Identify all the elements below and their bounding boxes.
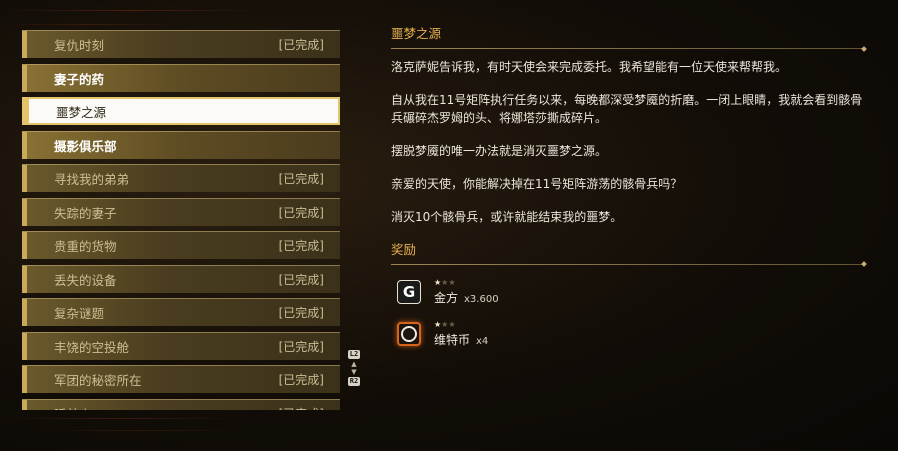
quest-item[interactable]: 复杂谜题 [已完成] <box>22 298 340 326</box>
reward-quantity: x4 <box>476 335 489 347</box>
quest-description: 洛克萨妮告诉我，有时天使会来完成委托。我希望能有一位天使来帮帮我。 自从我在11… <box>391 59 864 226</box>
quest-item[interactable]: 丢失的设备 [已完成] <box>22 264 340 293</box>
quest-item[interactable]: 睡美人[已完成] <box>22 398 340 411</box>
scroll-up-icon[interactable]: ▲ <box>351 361 356 368</box>
star-icon: ★ <box>448 277 456 287</box>
quest-item-title: 丰饶的空投舱 <box>54 339 130 355</box>
quest-item-title: 噩梦之源 <box>56 104 107 120</box>
quest-item[interactable]: 丰饶的空投舱 [已完成] <box>22 331 340 360</box>
rarity-stars: ★★★ <box>434 320 488 329</box>
reward-item[interactable]: ★★★ 维特币 x4 <box>391 319 864 349</box>
reward-quantity: x3.600 <box>464 293 499 305</box>
quest-detail-panel: 噩梦之源 洛克萨妮告诉我，有时天使会来完成委托。我希望能有一位天使来帮帮我。 自… <box>391 25 864 349</box>
quest-item-status: [已完成] <box>279 405 324 411</box>
quest-item-edge <box>22 366 27 393</box>
description-paragraph: 亲爱的天使，你能解决掉在11号矩阵游荡的骸骨兵吗？ <box>391 176 683 191</box>
divider <box>391 48 864 49</box>
reward-name: 金方 <box>434 290 459 305</box>
quest-title: 噩梦之源 <box>391 26 442 41</box>
quest-item-edge <box>22 64 27 92</box>
rewards-list: G ★★★ 金方 x3.600 ★★★ 维特币 x4 <box>391 277 864 349</box>
quest-item-edge <box>22 165 27 192</box>
quest-item-status: [已完成] <box>278 205 324 220</box>
rarity-stars: ★★★ <box>434 278 499 287</box>
description-paragraph: 自从我在11号矩阵执行任务以来，每晚都深受梦魇的折磨。一闭上眼睛，我就会看到骸骨… <box>391 93 863 125</box>
quest-item[interactable]: 寻找我的弟弟 [已完成] <box>22 164 340 192</box>
quest-item-edge <box>22 299 27 326</box>
quest-item-status: [已完成] <box>278 373 324 387</box>
reward-text: ★★★ 维特币 x4 <box>434 320 488 348</box>
quest-item-edge <box>22 131 27 159</box>
quest-item-title: 摄影俱乐部 <box>54 138 117 154</box>
quest-list: 复仇时刻 [已完成] 妻子的药噩梦之源摄影俱乐部寻找我的弟弟 [已完成] 失踪的妻子 [已… <box>22 30 340 410</box>
description-paragraph: 洛克萨妮告诉我，有时天使会来完成委托。我希望能有一位天使来帮帮我。 <box>391 60 788 74</box>
quest-item-status: [已完成] <box>278 38 324 52</box>
quest-item[interactable]: 噩梦之源 <box>22 97 340 125</box>
scroll-down-icon[interactable]: ▼ <box>351 369 356 376</box>
quest-item-edge <box>22 332 27 360</box>
quest-item-title: 贵重的货物 <box>54 239 117 254</box>
quest-item-title: 妻子的药 <box>54 71 105 87</box>
star-icon: ★ <box>448 319 456 329</box>
quest-item-status: [已完成] <box>278 172 324 186</box>
quest-item-edge <box>22 31 27 58</box>
reward-name: 维特币 <box>434 332 471 347</box>
reward-item[interactable]: G ★★★ 金方 x3.600 <box>391 277 864 307</box>
quest-item[interactable]: 妻子的药 <box>22 63 340 92</box>
divider <box>391 263 864 265</box>
quest-item-status: [已完成] <box>278 272 324 287</box>
quest-item-status: [已完成] <box>278 339 324 354</box>
quest-item-edge <box>22 232 27 259</box>
reward-line: 维特币 x4 <box>434 329 488 348</box>
rewards-title: 奖励 <box>391 241 417 257</box>
quest-item-edge <box>24 99 29 123</box>
vita-coin-icon <box>397 321 421 346</box>
quest-item[interactable]: 摄影俱乐部 <box>22 130 340 159</box>
quest-item-title: 睡美人 <box>54 404 279 411</box>
quest-item[interactable]: 军团的秘密所在 [已完成] <box>22 365 340 393</box>
reward-text: ★★★ 金方 x3.600 <box>434 278 499 306</box>
quest-item[interactable]: 贵重的货物 [已完成] <box>22 231 340 259</box>
reward-line: 金方 x3.600 <box>434 287 499 306</box>
description-paragraph: 摆脱梦魇的唯一办法就是消灭噩梦之源。 <box>391 143 608 158</box>
gold-currency-icon: G <box>397 279 421 304</box>
quest-item-status: [已完成] <box>278 239 324 253</box>
quest-item[interactable]: 失踪的妻子 [已完成] <box>22 197 340 226</box>
quest-item-edge <box>22 198 27 226</box>
l2-button-hint[interactable]: L2 <box>347 350 361 359</box>
scroll-control[interactable]: L2 ▲ ▼ R2 <box>346 350 362 386</box>
quest-item-status: [已完成] <box>278 306 324 320</box>
quest-item-edge <box>22 265 27 293</box>
quest-item-title: 丢失的设备 <box>54 272 117 288</box>
quest-item-title: 复杂谜题 <box>54 306 105 321</box>
quest-item-title: 寻找我的弟弟 <box>54 172 130 187</box>
quest-item[interactable]: 复仇时刻 [已完成] <box>22 30 340 58</box>
quest-item-title: 复仇时刻 <box>54 38 105 53</box>
coin-glyph <box>401 325 417 342</box>
r2-button-hint[interactable]: R2 <box>347 377 361 386</box>
quest-item-edge <box>22 399 27 410</box>
quest-item-title: 军团的秘密所在 <box>54 373 142 388</box>
quest-item-title: 失踪的妻子 <box>54 205 117 221</box>
description-paragraph: 消灭10个骸骨兵，或许就能结束我的噩梦。 <box>391 209 623 224</box>
